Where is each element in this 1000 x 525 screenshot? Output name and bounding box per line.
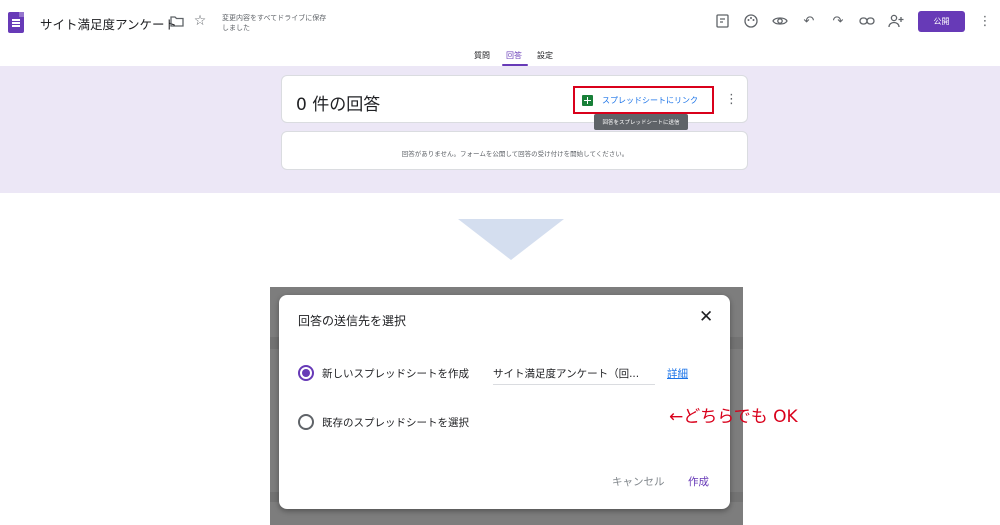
tooltip: 回答をスプレッドシートに送信 bbox=[594, 114, 688, 130]
link-to-sheets-button[interactable]: スプレッドシートにリンク bbox=[573, 86, 714, 114]
redo-icon[interactable]: ↷ bbox=[828, 11, 848, 31]
new-sheet-radio[interactable] bbox=[298, 365, 314, 381]
link-icon[interactable] bbox=[857, 11, 877, 31]
response-count: 0 件の回答 bbox=[296, 95, 381, 115]
link-to-sheets-label: スプレッドシートにリンク bbox=[602, 95, 698, 105]
cancel-button[interactable]: キャンセル bbox=[612, 474, 665, 489]
publish-button[interactable]: 公開 bbox=[918, 11, 965, 32]
down-arrow-icon bbox=[458, 219, 564, 260]
close-icon[interactable]: ✕ bbox=[699, 307, 713, 327]
destination-dialog: 回答の送信先を選択 ✕ 新しいスプレッドシートを作成 サイト満足度アンケート（回… bbox=[279, 295, 730, 509]
details-link[interactable]: 詳細 bbox=[667, 366, 688, 381]
save-status: 変更内容をすべてドライブに保存しました bbox=[222, 14, 327, 32]
more-vert-icon[interactable]: ⋮ bbox=[978, 11, 992, 31]
existing-sheet-radio[interactable] bbox=[298, 414, 314, 430]
card-more-vert-icon[interactable]: ⋮ bbox=[725, 92, 738, 107]
star-icon[interactable]: ☆ bbox=[191, 12, 209, 30]
create-button[interactable]: 作成 bbox=[688, 474, 709, 489]
tab-responses[interactable]: 回答 bbox=[506, 50, 522, 61]
add-collaborator-icon[interactable] bbox=[886, 11, 906, 31]
new-sheet-label[interactable]: 新しいスプレッドシートを作成 bbox=[322, 366, 469, 381]
undo-icon[interactable]: ↶ bbox=[799, 11, 819, 31]
new-sheet-name-input[interactable]: サイト満足度アンケート（回... bbox=[493, 365, 655, 385]
tab-bar: 質問 回答 設定 bbox=[0, 48, 1000, 66]
annotation-note: ←どちらでも OK bbox=[669, 407, 798, 427]
preview-eye-icon[interactable] bbox=[770, 11, 790, 31]
dialog-title: 回答の送信先を選択 bbox=[298, 314, 407, 328]
existing-sheet-label[interactable]: 既存のスプレッドシートを選択 bbox=[322, 415, 469, 430]
empty-message: 回答がありません。フォームを公開して回答の受け付けを開始してください。 bbox=[401, 150, 629, 158]
top-bar: サイト満足度アンケート ☆ 変更内容をすべてドライブに保存しました ↶ ↷ 公開… bbox=[0, 0, 1000, 44]
palette-icon[interactable] bbox=[741, 11, 761, 31]
empty-responses-card: 回答がありません。フォームを公開して回答の受け付けを開始してください。 bbox=[281, 131, 748, 170]
tab-settings[interactable]: 設定 bbox=[537, 50, 553, 61]
folder-icon[interactable] bbox=[168, 12, 186, 30]
page: サイト満足度アンケート ☆ 変更内容をすべてドライブに保存しました ↶ ↷ 公開… bbox=[0, 0, 1000, 525]
forms-logo-icon[interactable] bbox=[8, 12, 24, 33]
tab-questions[interactable]: 質問 bbox=[474, 50, 490, 61]
sheets-icon bbox=[582, 94, 593, 106]
addon-icon[interactable] bbox=[712, 11, 732, 31]
form-title[interactable]: サイト満足度アンケート bbox=[40, 14, 177, 33]
